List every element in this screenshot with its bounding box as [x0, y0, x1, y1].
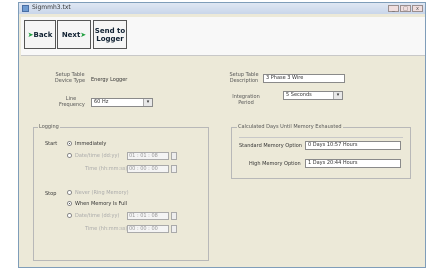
main-window: Sigmmh3.txt _ □ x ➤ Back Next ➤ Send to Lo… — [18, 2, 426, 268]
integration-period-label: Integration Period — [229, 94, 263, 106]
logging-group-title: Logging — [38, 124, 60, 130]
device-type-label: Setup Table Device Type — [53, 72, 87, 84]
stop-never-label: Never (Ring Memory) — [75, 190, 129, 196]
start-time-spinner[interactable] — [171, 165, 177, 173]
standard-memory-value: 0 Days 10:57 Hours — [305, 141, 401, 150]
start-datetime-label: Date/time (dd:yy) — [75, 153, 120, 159]
window-title: Sigmmh3.txt — [32, 4, 71, 11]
standard-memory-label: Standard Memory Option — [239, 143, 302, 149]
start-label: Start — [45, 141, 58, 147]
title-bar: Sigmmh3.txt _ □ x — [19, 3, 425, 14]
stop-date-spinner[interactable] — [171, 212, 177, 220]
integration-period-value: 5 Seconds — [286, 92, 312, 98]
stop-datetime-radio[interactable] — [67, 213, 72, 218]
memory-group — [231, 127, 411, 179]
description-input[interactable]: 3 Phase 3 Wire — [263, 74, 345, 83]
back-label: Back — [33, 30, 53, 39]
start-immediately-label: Immediately — [75, 141, 107, 147]
next-button[interactable]: Next ➤ — [57, 20, 91, 49]
start-datetime-radio[interactable] — [67, 153, 72, 158]
stop-time-field[interactable]: 00 : 00 : 00 — [127, 225, 169, 233]
stop-datetime-label: Date/time (dd:yy) — [75, 213, 120, 219]
line-frequency-label: Line Frequency — [59, 96, 85, 108]
stop-never-radio[interactable] — [67, 190, 72, 195]
device-type-value: Energy Logger — [91, 77, 128, 83]
app-icon — [22, 5, 29, 12]
send-to-logger-button[interactable]: Send to Logger — [93, 20, 127, 49]
start-date-spinner[interactable] — [171, 152, 177, 160]
send-label-line2: Logger — [96, 34, 124, 43]
memory-divider — [239, 137, 403, 138]
line-frequency-select[interactable]: 60 Hz ▾ — [91, 98, 153, 107]
chevron-down-icon: ▾ — [333, 92, 342, 99]
line-frequency-value: 60 Hz — [94, 99, 109, 105]
integration-period-select[interactable]: 5 Seconds ▾ — [283, 91, 343, 100]
start-immediately-radio[interactable] — [67, 141, 72, 146]
memory-group-title: Calculated Days Until Memory Exhausted — [237, 124, 343, 130]
start-time-label: Time (hh:mm:ss) — [85, 166, 128, 172]
stop-label: Stop — [45, 191, 57, 197]
minimize-button[interactable]: _ — [388, 5, 399, 12]
arrow-right-icon: ➤ — [80, 30, 87, 39]
chevron-down-icon: ▾ — [143, 99, 152, 106]
start-date-field[interactable]: 01 : 01 : 08 — [127, 152, 169, 160]
toolbar: ➤ Back Next ➤ Send to Logger — [21, 17, 425, 56]
back-button[interactable]: ➤ Back — [24, 20, 56, 49]
description-label-line2: Description — [229, 78, 259, 84]
start-time-field[interactable]: 00 : 00 : 00 — [127, 165, 169, 173]
stop-time-spinner[interactable] — [171, 225, 177, 233]
next-label: Next — [61, 30, 81, 39]
high-memory-label: High Memory Option — [249, 161, 301, 167]
close-button[interactable]: x — [412, 5, 423, 12]
maximize-button[interactable]: □ — [400, 5, 411, 12]
integration-period-label-line2: Period — [238, 100, 254, 106]
high-memory-value: 1 Days 20:44 Hours — [305, 159, 401, 168]
device-type-label-line2: Device Type — [54, 78, 86, 84]
stop-when-full-label: When Memory Is Full — [75, 201, 128, 207]
stop-date-field[interactable]: 01 : 01 : 08 — [127, 212, 169, 220]
stop-time-label: Time (hh:mm:ss) — [85, 226, 128, 232]
send-label-line1: Send to — [94, 26, 126, 35]
stop-when-full-radio[interactable] — [67, 201, 72, 206]
description-label: Setup Table Description — [227, 72, 261, 84]
line-frequency-label-line2: Frequency — [59, 102, 85, 108]
